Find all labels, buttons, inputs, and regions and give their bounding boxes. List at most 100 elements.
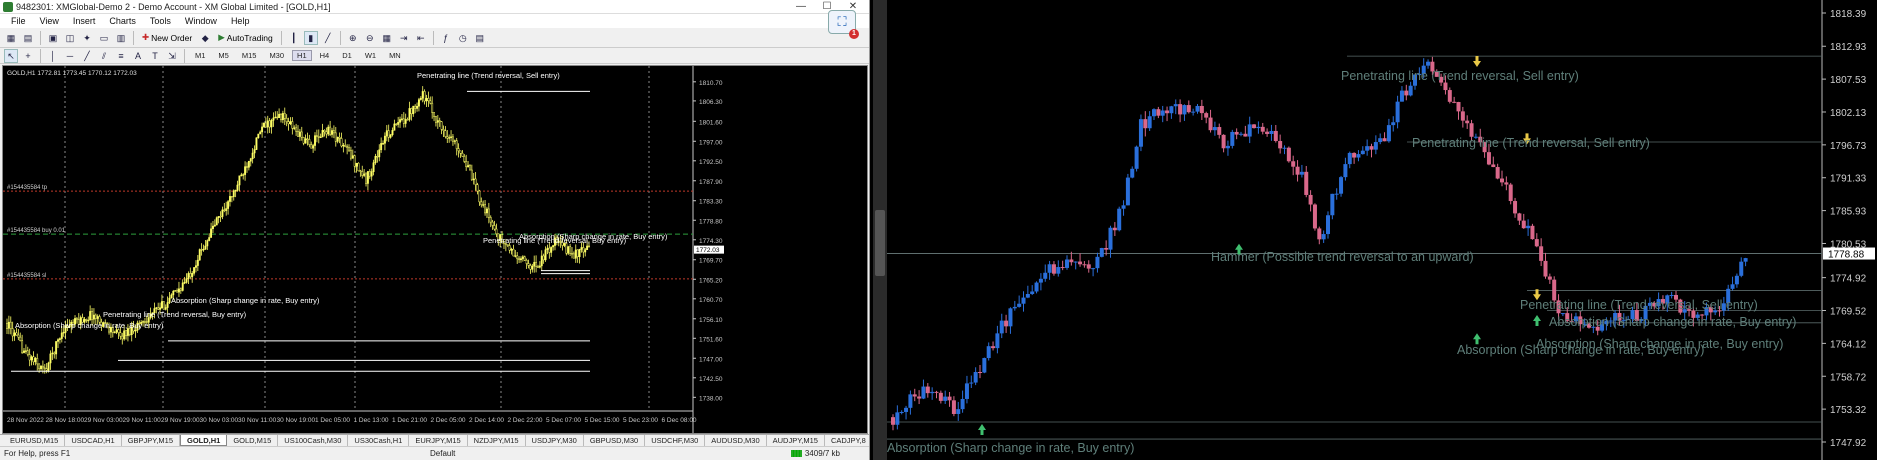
minimize-button[interactable]: — [788, 0, 814, 14]
price-tick-label: 1801.60 [699, 119, 723, 126]
zoom-in-icon[interactable]: ⊕ [346, 31, 360, 45]
candle [261, 126, 264, 133]
indicators-icon[interactable]: ƒ [439, 31, 453, 45]
candle [537, 266, 539, 268]
symbol-tab[interactable]: USDCAD,H1 [65, 435, 122, 446]
scroll-thumb[interactable] [875, 210, 885, 276]
candle [293, 127, 296, 129]
timeframe-h4[interactable]: H4 [315, 50, 335, 61]
candle [221, 209, 224, 217]
timeframe-w1[interactable]: W1 [360, 50, 381, 61]
terminal-icon[interactable]: ▭ [97, 31, 111, 45]
candle [1304, 171, 1309, 195]
candle [334, 132, 337, 142]
symbol-tab[interactable]: US100Cash,M30 [278, 435, 349, 446]
tile-windows-icon[interactable]: ▦ [380, 31, 394, 45]
menu-charts[interactable]: Charts [102, 14, 143, 28]
symbol-tab[interactable]: US30Cash,H1 [348, 435, 410, 446]
candle [529, 265, 532, 270]
symbol-tab[interactable]: CADJPY,8 [825, 435, 869, 446]
symbol-tab[interactable]: AUDJPY,M15 [767, 435, 825, 446]
candle [7, 321, 10, 329]
crosshair-icon[interactable]: + [21, 49, 35, 63]
menu-tools[interactable]: Tools [143, 14, 178, 28]
navigator-icon[interactable]: ✦ [80, 31, 94, 45]
trendline-icon[interactable]: ╱ [80, 49, 94, 63]
candle [385, 130, 388, 137]
periods-icon[interactable]: ◷ [456, 31, 470, 45]
symbol-tab[interactable]: NZDJPY,M15 [468, 435, 526, 446]
chart-window-gold-h1[interactable]: 1810.70 1806.30 1801.60 1797.00 1792.50 1787.… [2, 65, 868, 434]
candle [917, 396, 922, 399]
candle [1056, 267, 1061, 274]
line-chart-icon[interactable]: ╱ [321, 31, 335, 45]
profiles-icon[interactable]: ▤ [21, 31, 35, 45]
cursor-icon[interactable]: ↖ [4, 48, 18, 63]
timeframe-m1[interactable]: M1 [190, 50, 210, 61]
menu-help[interactable]: Help [224, 14, 257, 28]
symbol-tab[interactable]: GBPUSD,M30 [584, 435, 646, 446]
symbol-tab[interactable]: USDJPY,M30 [526, 435, 584, 446]
symbol-tab[interactable]: GBPJPY,M15 [122, 435, 180, 446]
candle [1739, 261, 1744, 276]
price-chart-left[interactable]: 1810.70 1806.30 1801.60 1797.00 1792.50 1787.… [3, 66, 867, 433]
status-profile: Default [430, 449, 456, 458]
timeframe-m5[interactable]: M5 [213, 50, 233, 61]
candle [552, 245, 555, 248]
price-chart-right[interactable]: 1818.39 1812.93 1807.53 1802.13 1796.73 1791.… [887, 0, 1877, 460]
divider-scrollbar[interactable] [873, 0, 887, 460]
bar-chart-icon[interactable]: ┃ [287, 31, 301, 45]
templates-icon[interactable]: ▤ [473, 31, 487, 45]
timeframe-m30[interactable]: M30 [264, 50, 289, 61]
data-window-icon[interactable]: ◫ [63, 31, 77, 45]
candle [544, 249, 547, 261]
zoom-out-icon[interactable]: ⊖ [363, 31, 377, 45]
candle [1112, 227, 1117, 231]
candle [57, 339, 59, 342]
symbol-tab[interactable]: EURJPY,M15 [409, 435, 468, 446]
timeframe-m15[interactable]: M15 [237, 50, 262, 61]
timeframe-mn[interactable]: MN [384, 50, 406, 61]
fibonacci-icon[interactable]: ≡ [114, 49, 128, 63]
symbol-tab-active[interactable]: GOLD,H1 [180, 435, 228, 446]
menu-view[interactable]: View [33, 14, 66, 28]
candle [523, 256, 526, 261]
metaeditor-icon[interactable]: ◆ [198, 31, 212, 45]
menu-file[interactable]: File [4, 14, 33, 28]
candle [482, 204, 485, 206]
channel-icon[interactable]: ⫽ [97, 49, 111, 63]
text-icon[interactable]: A [131, 49, 145, 63]
strategy-tester-icon[interactable]: ▥ [114, 31, 128, 45]
candle [960, 398, 965, 410]
symbol-tab[interactable]: USDCHF,M30 [645, 435, 706, 446]
autotrading-button[interactable]: ▶ AutoTrading [215, 30, 276, 46]
price-tick-label: 1806.30 [699, 99, 723, 106]
candlestick-icon[interactable]: ▮ [303, 30, 318, 45]
candle [1734, 275, 1739, 285]
candle [274, 116, 277, 119]
chart-shift-icon[interactable]: ⇤ [414, 31, 428, 45]
candle [317, 136, 320, 138]
new-order-button[interactable]: ✚ New Order [139, 30, 195, 46]
vertical-line-icon[interactable]: │ [46, 49, 60, 63]
symbol-tab[interactable]: GOLD,M15 [227, 435, 279, 446]
menu-window[interactable]: Window [178, 14, 224, 28]
new-chart-icon[interactable]: ▦ [4, 31, 18, 45]
candle [1386, 125, 1391, 142]
candle [951, 400, 956, 414]
label-icon[interactable]: T [148, 49, 162, 63]
horizontal-line-icon[interactable]: ─ [63, 49, 77, 63]
pattern-annotation: Absorption (Sharp change in rate, Buy en… [15, 321, 164, 330]
buy-arrow-icon [1533, 314, 1541, 326]
timeframe-d1[interactable]: D1 [337, 50, 357, 61]
arrows-icon[interactable]: ⇲ [165, 49, 179, 63]
market-watch-icon[interactable]: ▣ [46, 31, 60, 45]
timeframe-h1[interactable]: H1 [292, 50, 312, 61]
menu-insert[interactable]: Insert [66, 14, 103, 28]
symbol-tab[interactable]: EURUSD,M15 [4, 435, 66, 446]
symbol-tab[interactable]: AUDUSD,M30 [705, 435, 767, 446]
autotrading-icon: ▶ [218, 32, 225, 42]
candle [395, 123, 398, 125]
screenshot-tool-icon[interactable]: ⛶ 1 [828, 10, 859, 39]
autoscroll-icon[interactable]: ⇥ [397, 31, 411, 45]
